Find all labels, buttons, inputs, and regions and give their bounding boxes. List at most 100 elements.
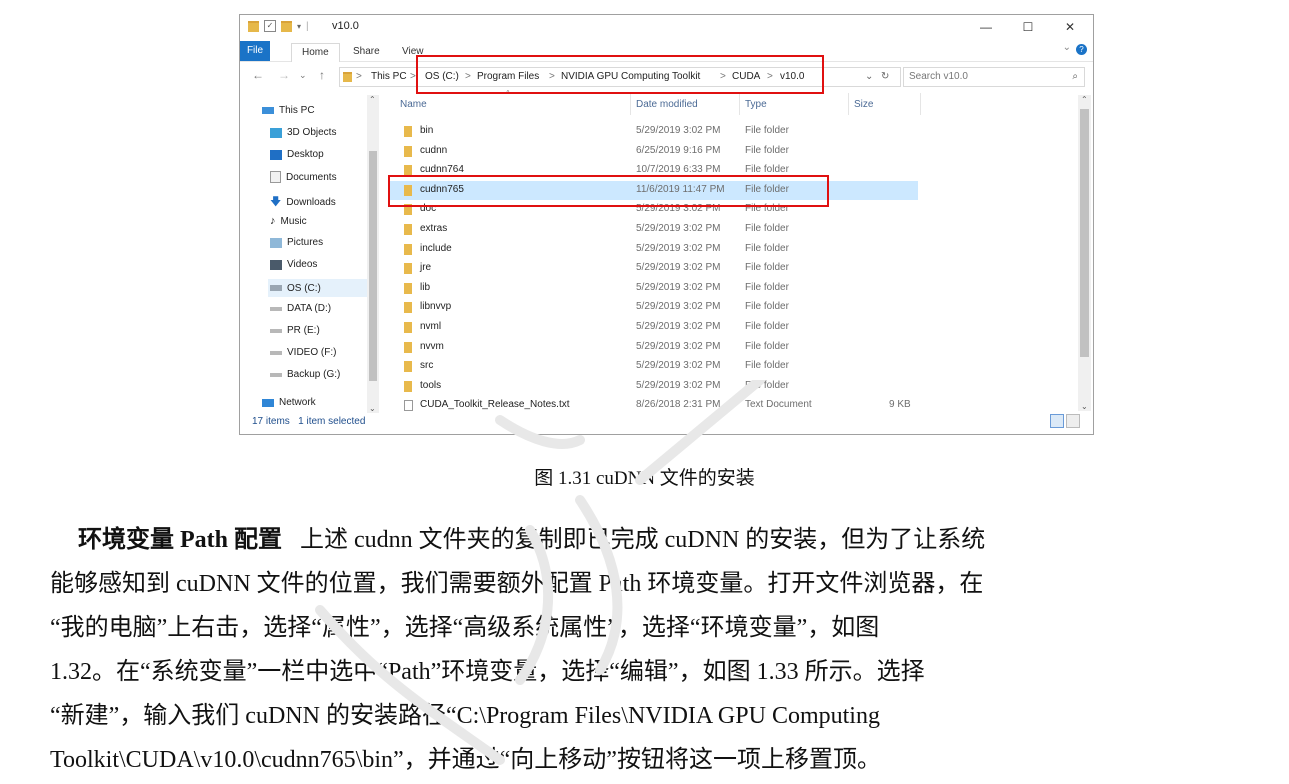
sidebar-item-this-pc[interactable]: This PC <box>262 105 315 116</box>
file-name: include <box>420 242 452 254</box>
sidebar-item-label: Videos <box>287 259 318 270</box>
sidebar-item-desktop[interactable]: Desktop <box>270 149 324 160</box>
sidebar-scroll-thumb[interactable] <box>369 151 377 381</box>
sidebar-item-os-c[interactable]: OS (C:) <box>268 279 370 297</box>
tab-share[interactable]: Share <box>343 43 390 61</box>
selection-count: 1 item selected <box>298 416 366 427</box>
file-date-modified: 5/29/2019 3:02 PM <box>636 301 721 313</box>
file-date-modified: 5/29/2019 3:02 PM <box>636 223 721 234</box>
sidebar-item-video-f[interactable]: VIDEO (F:) <box>270 347 336 358</box>
breadcrumb-this-pc[interactable]: This PC <box>371 71 407 82</box>
file-type: File folder <box>745 144 789 156</box>
up-arrow-icon[interactable]: ↑ <box>319 68 325 82</box>
column-divider[interactable] <box>920 93 921 115</box>
sidebar-item-label: VIDEO (F:) <box>287 347 337 358</box>
back-arrow-icon[interactable]: ← <box>252 68 264 82</box>
customize-dropdown-icon[interactable]: ▾ <box>297 22 301 31</box>
folder-icon <box>404 126 412 137</box>
file-row[interactable]: lib 5/29/2019 3:02 PM File folder <box>389 279 918 298</box>
folder-icon <box>404 145 412 157</box>
picture-icon <box>270 237 282 248</box>
file-row[interactable]: libnvvp 5/29/2019 3:02 PM File folder <box>389 298 918 317</box>
scroll-up-icon[interactable]: ⌃ <box>369 95 376 104</box>
file-type: Text Document <box>745 399 812 411</box>
column-header-name[interactable]: Name <box>400 99 427 110</box>
tab-home[interactable]: Home <box>291 43 340 62</box>
text-file-icon <box>404 400 413 412</box>
item-count: 17 items <box>252 416 290 427</box>
file-row[interactable]: src 5/29/2019 3:02 PM File folder <box>389 357 918 376</box>
scroll-down-icon[interactable]: ⌄ <box>1081 402 1088 411</box>
refresh-icon[interactable]: ↻ <box>881 71 889 82</box>
file-date-modified: 5/29/2019 3:02 PM <box>636 281 721 293</box>
paragraph-line: Toolkit\CUDA\v10.0\cudnn765\bin”，并通过“向上移… <box>50 747 881 773</box>
file-row[interactable]: extras 5/29/2019 3:02 PM File folder <box>389 220 918 239</box>
search-input[interactable]: Search v10.0 ⌕ <box>903 67 1085 87</box>
file-type: File folder <box>745 223 789 234</box>
paragraph-line: “新建”，输入我们 cuDNN 的安装路径“C:\Program Files\N… <box>50 703 880 729</box>
new-folder-icon[interactable] <box>281 20 292 32</box>
sidebar-item-videos[interactable]: Videos <box>270 259 317 270</box>
file-row[interactable]: nvvm 5/29/2019 3:02 PM File folder <box>389 338 918 357</box>
maximize-button[interactable]: ☐ <box>1007 17 1049 37</box>
file-row[interactable]: cudnn 6/25/2019 9:16 PM File folder <box>389 142 918 161</box>
column-header-date[interactable]: Date modified <box>636 99 698 110</box>
column-header-type[interactable]: Type <box>745 99 767 110</box>
file-date-modified: 5/29/2019 3:02 PM <box>636 321 721 332</box>
properties-icon[interactable]: ✓ <box>264 20 276 32</box>
scroll-up-icon[interactable]: ⌃ <box>1081 95 1088 104</box>
file-row[interactable]: jre 5/29/2019 3:02 PM File folder <box>389 259 918 278</box>
sidebar-item-label: Documents <box>286 171 337 183</box>
scroll-down-icon[interactable]: ⌄ <box>369 404 376 413</box>
sidebar-item-downloads[interactable]: 🡇 Downloads <box>270 193 336 212</box>
expand-ribbon-icon[interactable]: ⌄ <box>1063 42 1071 53</box>
file-row[interactable]: include 5/29/2019 3:02 PM File folder <box>389 240 918 259</box>
sidebar-item-pictures[interactable]: Pictures <box>270 237 323 248</box>
address-dropdown-icon[interactable]: ⌄ <box>865 71 873 82</box>
minimize-button[interactable]: — <box>965 17 1007 37</box>
file-row[interactable]: nvml 5/29/2019 3:02 PM File folder <box>389 318 918 337</box>
column-divider[interactable] <box>848 93 849 115</box>
file-size: 9 KB <box>889 399 911 411</box>
file-row[interactable]: tools 5/29/2019 3:02 PM File folder <box>389 377 918 396</box>
video-icon <box>270 259 282 270</box>
file-type: File folder <box>745 125 789 136</box>
download-icon: 🡇 <box>270 196 282 208</box>
sidebar-item-label: Pictures <box>287 237 324 248</box>
sidebar-item-network[interactable]: Network <box>262 397 316 408</box>
address-highlight-box <box>416 55 824 94</box>
file-date-modified: 5/29/2019 3:02 PM <box>636 242 721 254</box>
column-divider[interactable] <box>739 93 740 115</box>
large-icons-view-icon[interactable] <box>1066 414 1080 428</box>
file-date-modified: 5/29/2019 3:02 PM <box>636 379 721 391</box>
sidebar-item-documents[interactable]: Documents <box>270 171 337 183</box>
file-type: File folder <box>745 379 789 391</box>
details-view-icon[interactable] <box>1050 414 1064 428</box>
search-placeholder: Search v10.0 <box>909 71 968 82</box>
folder-icon <box>404 282 412 294</box>
file-row[interactable]: bin 5/29/2019 3:02 PM File folder <box>389 122 918 141</box>
folder-icon <box>404 263 412 275</box>
sidebar-item-backup-g[interactable]: Backup (G:) <box>270 369 340 380</box>
sidebar-scrollbar[interactable]: ⌃ ⌄ <box>367 95 379 413</box>
file-type: File folder <box>745 340 789 352</box>
file-list-scrollbar[interactable]: ⌃ ⌄ <box>1078 95 1091 411</box>
recent-chevron-icon[interactable]: ⌄ <box>299 70 307 81</box>
file-list-scroll-thumb[interactable] <box>1080 109 1089 357</box>
search-icon: ⌕ <box>1072 71 1078 82</box>
forward-arrow-icon[interactable]: → <box>278 68 290 82</box>
navigation-pane: This PC 3D Objects Desktop Documents 🡇 D… <box>240 93 382 413</box>
help-icon[interactable]: ? <box>1076 44 1087 55</box>
sidebar-item-pr-e[interactable]: PR (E:) <box>270 325 320 336</box>
tab-file[interactable]: File <box>240 41 270 61</box>
body-paragraph: 环境变量 Path 配置 上述 cudnn 文件夹的复制即已完成 cuDNN 的… <box>50 518 1250 782</box>
sidebar-item-music[interactable]: ♪ Music <box>270 215 307 227</box>
close-button[interactable]: ✕ <box>1049 17 1091 37</box>
file-name: libnvvp <box>420 301 452 313</box>
column-divider[interactable] <box>630 93 631 115</box>
column-header-size[interactable]: Size <box>854 99 873 110</box>
sidebar-item-3d-objects[interactable]: 3D Objects <box>270 127 336 138</box>
drive-icon <box>270 306 282 311</box>
file-row[interactable]: CUDA_Toolkit_Release_Notes.txt 8/26/2018 … <box>389 396 918 415</box>
sidebar-item-data-d[interactable]: DATA (D:) <box>270 303 331 314</box>
